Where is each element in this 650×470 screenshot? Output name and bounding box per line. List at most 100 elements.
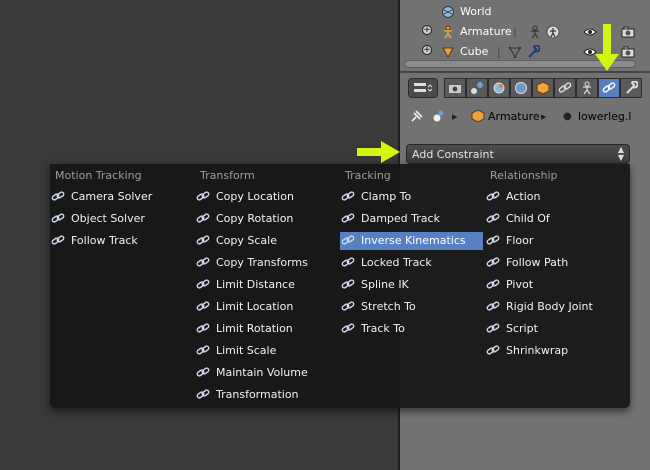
constraint-link-icon [196, 389, 210, 399]
render-camera-icon[interactable] [621, 45, 635, 59]
up-down-arrows-icon: ▲ ▼ [617, 145, 624, 162]
menu-item-clamp-to[interactable]: Clamp To [340, 188, 483, 206]
menu-item-follow-track[interactable]: Follow Track [50, 232, 193, 250]
constraint-link-icon [341, 213, 355, 223]
scene-icon [493, 82, 505, 94]
render-context-button[interactable] [444, 78, 466, 98]
menu-item-label: Maintain Volume [216, 366, 308, 379]
render-camera-icon[interactable] [621, 25, 635, 39]
constraint-link-icon [486, 345, 500, 355]
menu-item-label: Track To [361, 322, 405, 335]
menu-item-maintain-volume[interactable]: Maintain Volume [195, 364, 338, 382]
menu-item-label: Spline IK [361, 278, 409, 291]
column-heading: Transform [200, 169, 255, 182]
expand-icon[interactable]: + [422, 45, 432, 55]
menu-item-label: Copy Transforms [216, 256, 308, 269]
constraint-link-icon [341, 323, 355, 333]
breadcrumb-separator: ▸ [541, 110, 547, 123]
menu-item-object-solver[interactable]: Object Solver [50, 210, 193, 228]
menu-item-label: Copy Location [216, 190, 294, 203]
menu-item-action[interactable]: Action [485, 188, 628, 206]
constraint-link-icon [196, 191, 210, 201]
armature-data-context-button[interactable] [576, 78, 598, 98]
modifier-icon [626, 81, 638, 94]
constraint-link-icon [486, 191, 500, 201]
menu-item-copy-rotation[interactable]: Copy Rotation [195, 210, 338, 228]
column-heading: Motion Tracking [55, 169, 142, 182]
world-context-button[interactable] [510, 78, 532, 98]
menu-item-track-to[interactable]: Track To [340, 320, 483, 338]
menu-item-label: Limit Distance [216, 278, 295, 291]
menu-item-copy-transforms[interactable]: Copy Transforms [195, 254, 338, 272]
menu-item-label: Inverse Kinematics [361, 234, 466, 247]
menu-item-shrinkwrap[interactable]: Shrinkwrap [485, 342, 628, 360]
mesh-icon [442, 47, 454, 59]
add-constraint-button[interactable]: Add Constraint ▲ ▼ [406, 144, 630, 164]
constraint-link-icon [486, 279, 500, 289]
constraint-link-icon [486, 235, 500, 245]
pin-icon[interactable] [408, 109, 424, 125]
menu-item-label: Transformation [216, 388, 299, 401]
bone-constraints-icon [602, 82, 616, 93]
modifier-context-button[interactable] [620, 78, 642, 98]
constraint-link-icon [51, 191, 65, 201]
render-layers-context-button[interactable] [466, 78, 488, 98]
menu-item-label: Stretch To [361, 300, 416, 313]
armature-icon [444, 25, 452, 39]
menu-item-rigid-body-joint[interactable]: Rigid Body Joint [485, 298, 628, 316]
menu-item-label: Follow Path [506, 256, 569, 269]
properties-editor-icon [414, 83, 433, 92]
menu-item-copy-scale[interactable]: Copy Scale [195, 232, 338, 250]
menu-item-transformation[interactable]: Transformation [195, 386, 338, 404]
constraint-link-icon [486, 213, 500, 223]
menu-item-damped-track[interactable]: Damped Track [340, 210, 483, 228]
menu-item-script[interactable]: Script [485, 320, 628, 338]
outliner-row-label: Cube [460, 45, 489, 58]
outliner-row-world[interactable]: World [400, 2, 650, 22]
expand-icon[interactable]: + [422, 25, 432, 35]
object-data-armature-icon [583, 81, 591, 95]
object-context-button[interactable] [532, 78, 554, 98]
outliner-row-label: Armature [460, 25, 512, 38]
constraints-icon [558, 82, 572, 93]
pose-icon[interactable] [546, 25, 560, 39]
constraint-link-icon [341, 191, 355, 201]
menu-item-child-of[interactable]: Child Of [485, 210, 628, 228]
menu-item-camera-solver[interactable]: Camera Solver [50, 188, 193, 206]
menu-item-label: Follow Track [71, 234, 138, 247]
menu-item-label: Action [506, 190, 541, 203]
scene-context-button[interactable] [488, 78, 510, 98]
menu-item-floor[interactable]: Floor [485, 232, 628, 250]
constraint-link-icon [341, 301, 355, 311]
object-icon [536, 81, 550, 95]
world-icon [442, 6, 454, 18]
object-constraints-context-button[interactable] [554, 78, 576, 98]
menu-item-limit-scale[interactable]: Limit Scale [195, 342, 338, 360]
render-layers-icon [471, 82, 483, 94]
mesh-data-icon[interactable] [508, 45, 522, 59]
world-icon [515, 82, 527, 94]
constraint-link-icon [196, 279, 210, 289]
arrow-down-icon [595, 24, 619, 71]
constraint-link-icon [486, 323, 500, 333]
menu-item-locked-track[interactable]: Locked Track [340, 254, 483, 272]
menu-item-stretch-to[interactable]: Stretch To [340, 298, 483, 316]
menu-item-copy-location[interactable]: Copy Location [195, 188, 338, 206]
menu-item-spline-ik[interactable]: Spline IK [340, 276, 483, 294]
menu-item-limit-rotation[interactable]: Limit Rotation [195, 320, 338, 338]
menu-item-label: Locked Track [361, 256, 432, 269]
editor-type-button[interactable] [408, 78, 438, 98]
menu-item-inverse-kinematics[interactable]: Inverse Kinematics [340, 232, 483, 250]
constraint-link-icon [196, 235, 210, 245]
breadcrumb-separator: ▸ [452, 110, 458, 123]
menu-item-pivot[interactable]: Pivot [485, 276, 628, 294]
separator: | [513, 25, 517, 38]
menu-item-follow-path[interactable]: Follow Path [485, 254, 628, 272]
menu-item-limit-location[interactable]: Limit Location [195, 298, 338, 316]
modifier-wrench-icon[interactable] [526, 45, 540, 59]
menu-item-limit-distance[interactable]: Limit Distance [195, 276, 338, 294]
constraint-link-icon [196, 213, 210, 223]
armature-data-icon[interactable] [528, 25, 542, 39]
bone-constraints-context-button[interactable] [598, 78, 620, 98]
column-heading: Relationship [490, 169, 558, 182]
